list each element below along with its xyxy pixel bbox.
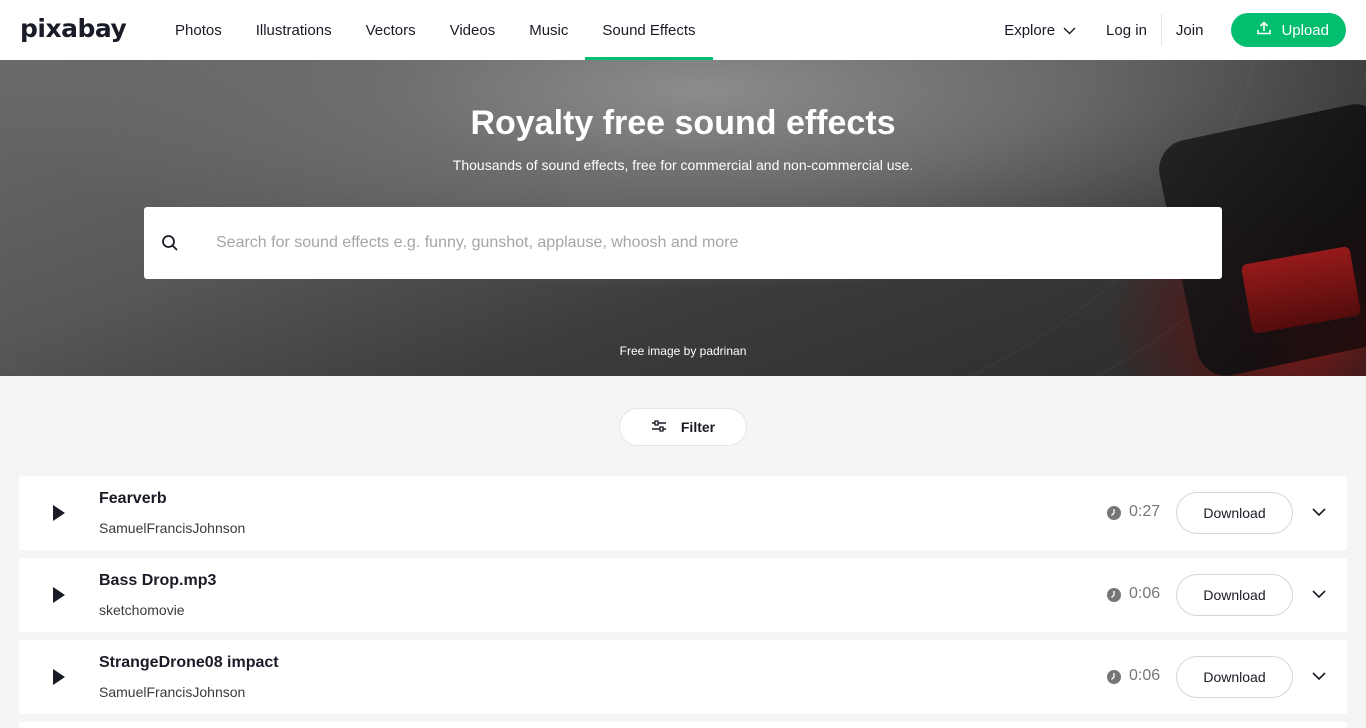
play-icon[interactable] — [49, 585, 69, 605]
chevron-down-icon[interactable] — [1311, 668, 1327, 684]
download-button[interactable]: Download — [1176, 492, 1293, 534]
download-button[interactable]: Download — [1176, 574, 1293, 616]
track-author[interactable]: SamuelFrancisJohnson — [99, 520, 245, 536]
play-icon[interactable] — [49, 667, 69, 687]
filter-button[interactable]: Filter — [619, 408, 747, 446]
nav-sound-effects[interactable]: Sound Effects — [585, 0, 713, 60]
nav-music[interactable]: Music — [512, 0, 585, 60]
join-link[interactable]: Join — [1162, 22, 1218, 39]
filter-label: Filter — [680, 419, 716, 435]
account-nav: Explore Log in Join Upload — [1004, 0, 1346, 60]
search-input[interactable] — [216, 234, 1196, 252]
track-title[interactable]: Bass Drop.mp3 — [99, 572, 216, 590]
sliders-icon — [651, 419, 681, 436]
clock-icon — [1107, 588, 1121, 602]
track-duration: 0:06 — [1129, 667, 1161, 684]
upload-icon — [1257, 21, 1281, 39]
download-button[interactable]: Download — [1176, 656, 1293, 698]
explore-label: Explore — [1004, 21, 1056, 39]
upload-label: Upload — [1281, 21, 1329, 39]
clock-icon — [1107, 506, 1121, 520]
chevron-down-icon — [1055, 22, 1076, 39]
track-row: Bass Drop.mp3 sketchomovie 0:06 Download — [19, 558, 1347, 632]
top-header: pixabay Photos Illustrations Vectors Vid… — [0, 0, 1366, 60]
nav-illustrations[interactable]: Illustrations — [239, 0, 349, 60]
track-row: Fearverb SamuelFrancisJohnson 0:27 Downl… — [19, 476, 1347, 550]
nav-photos[interactable]: Photos — [158, 0, 239, 60]
page-title: Royalty free sound effects — [470, 104, 896, 142]
explore-menu[interactable]: Explore — [1004, 22, 1092, 39]
main-nav: Photos Illustrations Vectors Videos Musi… — [158, 0, 713, 60]
track-duration: 0:06 — [1129, 585, 1161, 602]
chevron-down-icon[interactable] — [1311, 504, 1327, 520]
chevron-down-icon[interactable] — [1311, 586, 1327, 602]
hero-banner: Royalty free sound effects Thousands of … — [0, 60, 1366, 376]
image-credit[interactable]: Free image by padrinan — [0, 344, 1366, 358]
page-subtitle: Thousands of sound effects, free for com… — [452, 157, 914, 173]
pixabay-logo[interactable]: pixabay — [20, 14, 127, 43]
clock-icon — [1107, 670, 1121, 684]
track-author[interactable]: sketchomovie — [99, 602, 185, 618]
nav-videos[interactable]: Videos — [433, 0, 513, 60]
search-bar — [144, 207, 1222, 279]
login-link[interactable]: Log in — [1092, 14, 1162, 46]
search-icon[interactable] — [160, 233, 180, 253]
nav-vectors[interactable]: Vectors — [349, 0, 433, 60]
upload-button[interactable]: Upload — [1231, 13, 1346, 47]
play-icon[interactable] — [49, 503, 69, 523]
track-duration: 0:27 — [1129, 503, 1161, 520]
track-title[interactable]: Fearverb — [99, 490, 167, 508]
track-row — [19, 722, 1347, 728]
track-title[interactable]: StrangeDrone08 impact — [99, 654, 279, 672]
track-row: StrangeDrone08 impact SamuelFrancisJohns… — [19, 640, 1347, 714]
track-author[interactable]: SamuelFrancisJohnson — [99, 684, 245, 700]
